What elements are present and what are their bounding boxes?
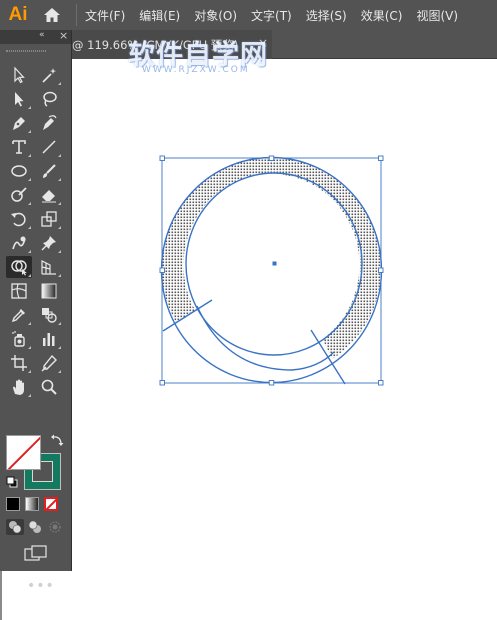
artboard-icon	[11, 355, 27, 371]
shaper-icon	[11, 187, 27, 202]
drawing-modes	[6, 519, 68, 537]
gradient-tool[interactable]	[36, 280, 62, 302]
shaper-tool[interactable]	[6, 184, 32, 206]
shape-builder-icon	[11, 260, 27, 276]
shape-builder-tool[interactable]	[6, 256, 32, 278]
swap-fill-stroke-icon[interactable]	[50, 433, 64, 447]
scale-icon	[41, 211, 57, 227]
artwork	[159, 155, 384, 386]
artboard-tool[interactable]	[6, 352, 32, 374]
menu-object[interactable]: 对象(O)	[194, 7, 237, 24]
zoom-tool[interactable]	[36, 376, 62, 398]
lasso-tool[interactable]	[36, 88, 62, 110]
column-graph-tool[interactable]	[36, 328, 62, 350]
ellipse-tool[interactable]	[6, 160, 32, 182]
hand-icon	[13, 379, 24, 395]
blend-icon	[42, 308, 57, 323]
fill-swatch[interactable]	[6, 435, 41, 470]
draw-behind-icon	[28, 520, 41, 533]
hand-tool[interactable]	[6, 376, 32, 398]
menu-edit[interactable]: 编辑(E)	[139, 7, 180, 24]
magic-wand-icon	[42, 68, 57, 83]
panel-drag-grip[interactable]	[0, 44, 71, 58]
zoom-icon	[41, 379, 57, 395]
paintbrush-tool[interactable]	[36, 160, 62, 182]
menu-file[interactable]: 文件(F)	[85, 7, 125, 24]
menu-view[interactable]: 视图(V)	[416, 7, 458, 24]
warp-icon	[12, 236, 26, 250]
fill-stroke-control	[6, 432, 66, 492]
perspective-grid-tool[interactable]	[36, 256, 62, 278]
draw-behind-button[interactable]	[26, 519, 44, 535]
menu-effect[interactable]: 效果(C)	[361, 7, 403, 24]
draw-normal-icon	[9, 521, 22, 534]
symbol-sprayer-tool[interactable]	[6, 328, 32, 350]
slice-knife-icon	[41, 354, 57, 372]
selection-tool[interactable]	[6, 64, 32, 86]
menu-select[interactable]: 选择(S)	[306, 7, 347, 24]
home-icon	[44, 8, 60, 22]
color-button[interactable]	[6, 497, 20, 511]
default-fill-stroke-icon[interactable]	[6, 476, 18, 488]
color-mode-buttons	[6, 497, 66, 513]
center-point	[272, 261, 277, 266]
eyedropper-tool[interactable]	[6, 304, 32, 326]
curvature-pen-icon	[43, 115, 57, 130]
canvas[interactable]	[73, 60, 497, 620]
pen-tool[interactable]	[6, 112, 32, 134]
watermark-url: WWW.RJZXW.COM	[142, 65, 250, 75]
rotate-tool[interactable]	[6, 208, 32, 230]
direct-selection-tool[interactable]	[6, 88, 32, 110]
puppet-warp-tool[interactable]	[36, 232, 62, 254]
mesh-icon	[11, 283, 27, 299]
lasso-icon	[43, 91, 57, 107]
selection-arrow-icon	[14, 66, 25, 84]
pen-icon	[13, 117, 25, 130]
gradient-icon	[41, 283, 57, 299]
draw-normal-button[interactable]	[6, 519, 24, 535]
direct-selection-icon	[15, 92, 24, 107]
scale-tool[interactable]	[36, 208, 62, 230]
panel-close-button[interactable]: ×	[59, 29, 68, 42]
watermark: 软件自学网 WWW.RJZXW.COM	[128, 33, 278, 79]
window-left-edge	[0, 571, 2, 620]
screen-mode-icon[interactable]	[24, 545, 48, 563]
app-logo: Ai	[8, 4, 28, 25]
blend-tool[interactable]	[36, 304, 62, 326]
illustrator-window: Ai 文件(F) 编辑(E) 对象(O) 文字(T) 选择(S) 效果(C) 视…	[0, 0, 497, 620]
column-graph-icon	[43, 333, 55, 346]
type-tool[interactable]	[6, 136, 32, 158]
menu-type[interactable]: 文字(T)	[251, 7, 292, 24]
tools-panel: « × •••	[0, 29, 72, 594]
slice-tool[interactable]	[36, 352, 62, 374]
tools-panel-header: « ×	[0, 29, 71, 44]
symbol-sprayer-icon	[12, 331, 25, 347]
draw-inside-button[interactable]	[46, 519, 64, 535]
edit-toolbar-button[interactable]: •••	[27, 578, 55, 594]
panel-collapse-button[interactable]: «	[39, 30, 45, 40]
mesh-tool[interactable]	[6, 280, 32, 302]
line-segment-icon	[42, 140, 56, 154]
type-icon	[12, 140, 26, 154]
curvature-tool[interactable]	[36, 112, 62, 134]
draw-inside-icon	[49, 521, 61, 533]
menu-separator	[76, 4, 77, 26]
paintbrush-icon	[43, 164, 56, 178]
eraser-tool[interactable]	[36, 184, 62, 206]
line-segment-tool[interactable]	[36, 136, 62, 158]
gradient-button[interactable]	[25, 497, 39, 511]
none-button[interactable]	[44, 497, 58, 511]
magic-wand-tool[interactable]	[36, 64, 62, 86]
eraser-icon	[42, 190, 56, 203]
perspective-grid-icon	[41, 260, 56, 275]
eyedropper-icon	[11, 309, 25, 323]
rotate-icon	[11, 212, 26, 227]
pin-icon	[41, 236, 56, 251]
warp-tool[interactable]	[6, 232, 32, 254]
menu-bar: Ai 文件(F) 编辑(E) 对象(O) 文字(T) 选择(S) 效果(C) 视…	[0, 0, 497, 30]
ellipse-icon	[11, 165, 27, 177]
home-button[interactable]	[36, 0, 68, 30]
